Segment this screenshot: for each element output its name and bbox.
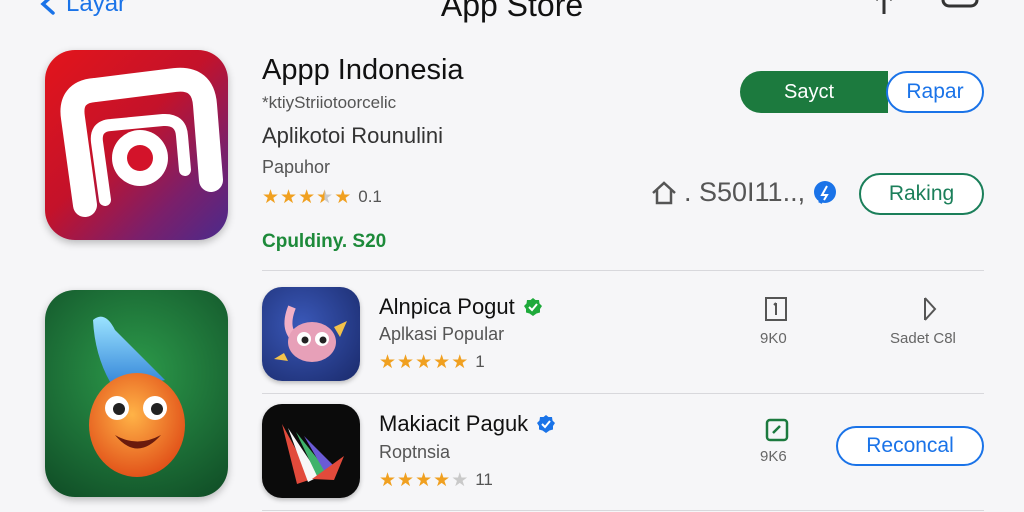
- app-category: Aplikotoi Rounulini: [262, 123, 443, 148]
- list-item-subtitle: Aplkasi Popular: [379, 324, 505, 344]
- divider: [262, 393, 984, 394]
- share-icon[interactable]: [864, 0, 904, 16]
- app-name: Alnpica Pogut: [379, 294, 515, 319]
- rating-count: 0.1: [358, 187, 382, 206]
- star-icon: ★: [397, 351, 415, 373]
- get-button[interactable]: Sayct: [740, 71, 888, 113]
- stat-value: 9K6: [760, 448, 787, 465]
- star-icon: ★: [451, 469, 469, 491]
- star-rating: ★ ★ ★ ★ ★ 1: [379, 352, 485, 372]
- star-icon: ★: [415, 469, 433, 491]
- mascot-icon: [89, 316, 185, 477]
- chat-icon: [814, 180, 837, 204]
- list-item-title: Makiacit Paguk: [379, 411, 556, 437]
- app-meta: . S50I11..,: [650, 177, 839, 208]
- age-rating-icon: [765, 297, 787, 321]
- stat-value: Sadet C8l: [890, 330, 956, 347]
- star-icon: ★: [451, 351, 469, 373]
- star-icon: ★: [262, 186, 280, 208]
- price-label: Cpuldiny. S20: [262, 231, 387, 252]
- star-icon: ★: [334, 186, 352, 208]
- message-icon[interactable]: [940, 0, 980, 16]
- app-title: Appp Indonesia: [262, 54, 464, 86]
- action-button[interactable]: Reconcal: [836, 426, 984, 466]
- star-icon: ★: [433, 351, 451, 373]
- category-icon: [765, 418, 789, 442]
- star-icon: ★: [433, 469, 451, 491]
- creature-icon: [274, 305, 347, 362]
- star-icon: ★: [298, 186, 316, 208]
- star-icon: ★: [379, 351, 397, 373]
- app-developer[interactable]: Papuhor: [262, 157, 330, 178]
- star-icon: ★: [379, 469, 397, 491]
- app-subtitle: *ktiyStriiotoorcelic: [262, 93, 397, 112]
- camera-logo-icon: [60, 67, 223, 217]
- list-app-icon[interactable]: [262, 404, 360, 498]
- ranking-button[interactable]: Raking: [859, 173, 984, 215]
- ribbon-logo-icon: [282, 424, 344, 484]
- verified-badge-icon: [523, 298, 542, 316]
- direction-icon: [924, 297, 937, 321]
- stat-value: 9K0: [760, 330, 787, 347]
- list-item-title: Alnpica Pogut: [379, 294, 543, 320]
- star-icon: ★: [415, 351, 433, 373]
- list-item-subtitle: Roptnsia: [379, 442, 451, 462]
- list-app-icon[interactable]: [262, 287, 360, 381]
- open-button[interactable]: Rapar: [886, 71, 984, 113]
- meta-text: . S50I11..,: [684, 177, 806, 207]
- app-name: Makiacit Paguk: [379, 411, 529, 436]
- divider: [262, 270, 984, 271]
- home-icon: [652, 180, 676, 204]
- star-rating: ★ ★ ★ ★ ★ 11: [379, 470, 493, 490]
- star-rating: ★ ★ ★ ★ ★ 0.1: [262, 187, 382, 207]
- verified-badge-icon: [537, 415, 556, 433]
- rating-count: 11: [475, 470, 493, 489]
- half-star-icon: ★: [316, 186, 334, 208]
- divider: [262, 510, 984, 511]
- rating-count: 1: [475, 352, 485, 371]
- star-icon: ★: [280, 186, 298, 208]
- featured-app-icon[interactable]: [45, 290, 228, 497]
- star-icon: ★: [397, 469, 415, 491]
- app-icon[interactable]: [45, 50, 228, 240]
